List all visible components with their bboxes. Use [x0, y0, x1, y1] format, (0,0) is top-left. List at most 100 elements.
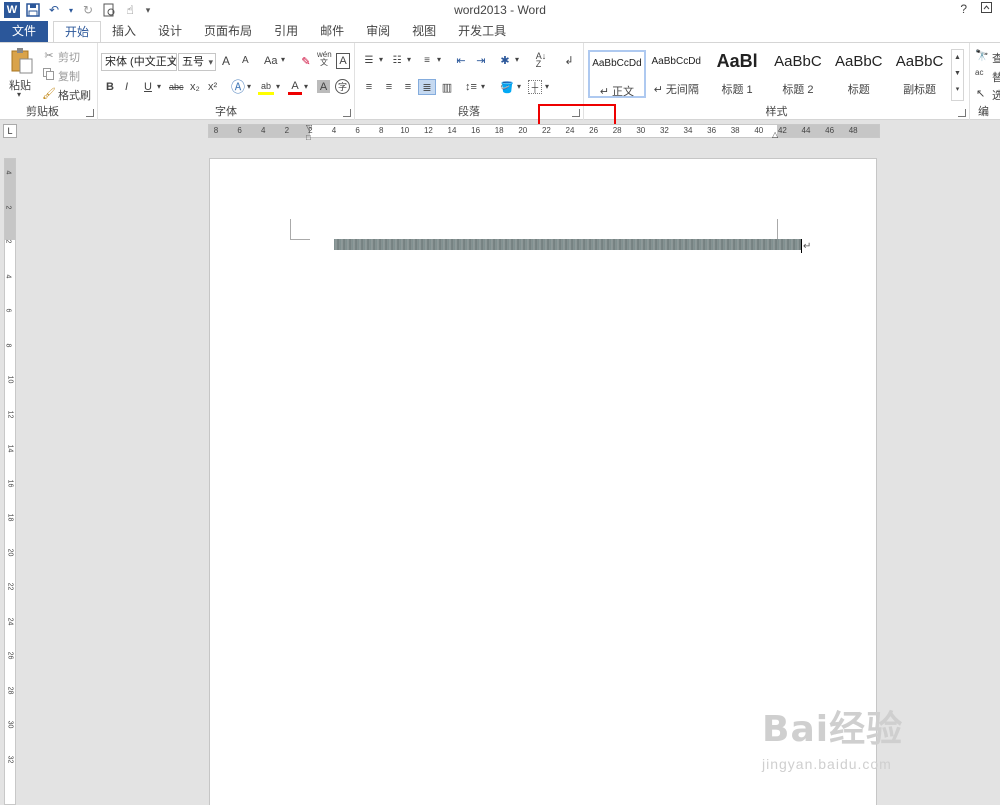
find-label[interactable]: 查	[992, 50, 1000, 66]
grow-font-icon[interactable]: A	[222, 54, 230, 68]
align-center-icon[interactable]: ≡	[381, 80, 397, 94]
decrease-indent-icon[interactable]: ⇤	[453, 53, 469, 67]
style-subtitle[interactable]: AaBbC 副标题	[889, 50, 950, 98]
horizontal-ruler[interactable]: ▽ □ △ 8 6 4 2 2 4 6 8 10 12 14 16 18 20 22 24 26 28 30 32 34…	[208, 123, 880, 142]
horizontal-line[interactable]	[334, 239, 801, 250]
superscript-button[interactable]: x²	[208, 81, 217, 93]
tab-review[interactable]: 审阅	[355, 21, 401, 42]
underline-dropdown-icon[interactable]: ▾	[157, 82, 161, 91]
style-heading-1[interactable]: AaBl 标题 1	[707, 50, 768, 98]
change-case-dropdown-icon[interactable]: ▾	[281, 55, 285, 64]
ruler-number: 10	[6, 375, 14, 384]
gallery-up-icon[interactable]: ▲	[952, 50, 963, 66]
numbering-dropdown-icon[interactable]: ▾	[407, 55, 411, 64]
tab-file[interactable]: 文件	[0, 21, 48, 42]
shading-dropdown-icon[interactable]: ▾	[517, 82, 521, 91]
chinese-layout-icon[interactable]: ✱	[497, 53, 513, 67]
help-button[interactable]: ?	[960, 2, 967, 16]
tab-developer[interactable]: 开发工具	[447, 21, 517, 42]
ruler-number: 4	[4, 170, 12, 175]
enclose-characters-icon[interactable]: 字	[335, 79, 350, 94]
style-normal[interactable]: AaBbCcDd ↵ 正文	[588, 50, 646, 98]
ruler-number: 22	[6, 582, 14, 591]
align-right-icon[interactable]: ≡	[400, 80, 416, 94]
show-marks-icon[interactable]: ↲	[561, 53, 577, 67]
font-color-icon[interactable]: A	[288, 79, 302, 95]
tab-mailings[interactable]: 邮件	[309, 21, 355, 42]
tab-references[interactable]: 引用	[263, 21, 309, 42]
numbering-icon[interactable]: ☷	[389, 53, 405, 67]
copy-icon[interactable]	[42, 67, 56, 81]
style-heading-2[interactable]: AaBbC 标题 2	[768, 50, 829, 98]
phonetic-guide-icon[interactable]: wén 文	[317, 51, 332, 67]
tab-selector[interactable]: L	[3, 124, 17, 138]
paste-dropdown-icon[interactable]: ▾	[17, 90, 21, 99]
style-preview: AaBbC	[774, 53, 822, 70]
increase-indent-icon[interactable]: ⇥	[473, 53, 489, 67]
cut-label[interactable]: 剪切	[58, 49, 80, 65]
styles-launcher-icon[interactable]	[958, 109, 966, 117]
clipboard-launcher-icon[interactable]	[86, 109, 94, 117]
gallery-more-icon[interactable]: ▾	[952, 82, 963, 98]
style-gallery-scroll[interactable]: ▲ ▼ ▾	[951, 49, 964, 101]
text-effects-dropdown-icon[interactable]: ▾	[247, 82, 251, 91]
subscript-button[interactable]: x₂	[190, 81, 200, 93]
italic-button[interactable]: I	[125, 81, 128, 93]
tab-page-layout[interactable]: 页面布局	[193, 21, 263, 42]
tab-home[interactable]: 开始	[53, 21, 102, 43]
gallery-down-icon[interactable]: ▼	[952, 66, 963, 82]
clear-formatting-icon[interactable]: ✎	[298, 53, 314, 69]
watermark: Bai经验 jingyan.baidu.com	[762, 700, 972, 790]
distributed-icon[interactable]: ▥	[439, 80, 455, 94]
font-size-dropdown[interactable]: 五号	[178, 53, 216, 71]
justify-icon[interactable]: ≣	[418, 79, 436, 95]
replace-label[interactable]: 替	[992, 69, 1000, 85]
copy-label[interactable]: 复制	[58, 68, 80, 84]
font-color-dropdown-icon[interactable]: ▾	[304, 82, 308, 91]
format-painter-label[interactable]: 格式刷	[58, 87, 91, 103]
bold-button[interactable]: B	[106, 81, 114, 93]
font-launcher-icon[interactable]	[343, 109, 351, 117]
cut-icon[interactable]: ✂	[42, 48, 56, 62]
borders-icon[interactable]: ┼	[528, 80, 542, 94]
shading-icon[interactable]: 🪣	[499, 80, 515, 94]
tab-insert[interactable]: 插入	[101, 21, 147, 42]
line-spacing-dropdown-icon[interactable]: ▾	[481, 82, 485, 91]
ribbon-tabs: 文件 开始 插入 设计 页面布局 引用 邮件 审阅 视图 开发工具	[0, 21, 1000, 43]
sort-icon[interactable]: A↓ Z	[533, 51, 549, 69]
character-shading-icon[interactable]: A	[317, 80, 330, 93]
replace-icon[interactable]: ac	[975, 68, 983, 77]
multilevel-list-icon[interactable]: ≡	[419, 53, 435, 67]
ruler-number: 6	[355, 126, 360, 135]
style-no-spacing[interactable]: AaBbCcDd ↵ 无间隔	[646, 50, 707, 98]
text-effects-icon[interactable]: Ⓐ	[230, 79, 246, 95]
style-name: 副标题	[903, 84, 937, 96]
highlight-dropdown-icon[interactable]: ▾	[276, 82, 280, 91]
highlight-color-icon[interactable]: ab	[258, 79, 274, 95]
select-label[interactable]: 选	[992, 87, 1000, 103]
strikethrough-button[interactable]: abc	[169, 82, 184, 92]
ribbon-display-icon[interactable]	[981, 2, 992, 16]
line-spacing-icon[interactable]: ↕≡	[463, 80, 479, 94]
borders-dropdown-icon[interactable]: ▾	[545, 82, 549, 91]
multilevel-dropdown-icon[interactable]: ▾	[437, 55, 441, 64]
paste-icon[interactable]	[8, 47, 34, 75]
tab-design[interactable]: 设计	[147, 21, 193, 42]
shrink-font-icon[interactable]: A	[242, 55, 249, 66]
align-left-icon[interactable]: ≡	[361, 80, 377, 94]
vertical-ruler[interactable]: 4 2 2 4 6 8 10 12 14 16 18 20 22 24 26 28 30 32	[4, 158, 16, 805]
chinese-layout-dropdown-icon[interactable]: ▾	[515, 55, 519, 64]
character-border-icon[interactable]: A	[336, 53, 350, 69]
find-icon[interactable]: 🔭	[975, 49, 989, 62]
style-title[interactable]: AaBbC 标题	[828, 50, 889, 98]
style-name: 标题	[847, 84, 870, 96]
format-painter-icon[interactable]: 🖌	[42, 86, 56, 100]
underline-button[interactable]: U	[144, 81, 152, 93]
ruler-number: 2	[308, 126, 313, 135]
select-icon[interactable]: ↖	[976, 87, 985, 100]
bullets-icon[interactable]: ☰	[361, 53, 377, 67]
change-case-icon[interactable]: Aa	[264, 55, 277, 67]
bullets-dropdown-icon[interactable]: ▾	[379, 55, 383, 64]
tab-view[interactable]: 视图	[401, 21, 447, 42]
font-name-dropdown[interactable]: 宋体 (中文正文	[101, 53, 177, 71]
